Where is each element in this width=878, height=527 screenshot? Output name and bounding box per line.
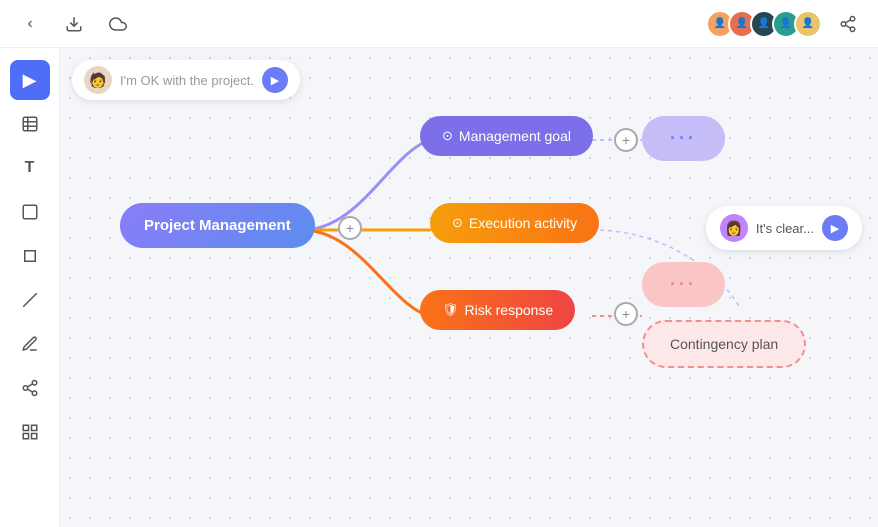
user-avatar: 🧑 xyxy=(84,66,112,94)
plus-button-risk[interactable]: + xyxy=(614,302,638,326)
download-button[interactable] xyxy=(60,10,88,38)
node-execution-activity[interactable]: ⊙ Execution activity xyxy=(430,203,599,243)
node-execution-label: Execution activity xyxy=(469,215,577,231)
execution-icon: ⊙ xyxy=(452,215,463,231)
sidebar-item-text[interactable]: T xyxy=(10,148,50,188)
back-button[interactable]: ‹ xyxy=(16,10,44,38)
ai-send-button[interactable]: ▶ xyxy=(822,215,848,241)
ai-chat-bubble[interactable]: 👩 It's clear... ▶ xyxy=(706,206,862,250)
ai-chat-text: It's clear... xyxy=(756,221,814,236)
plus-button-management[interactable]: + xyxy=(614,128,638,152)
node-dots-purple[interactable]: ··· xyxy=(642,116,725,161)
dots-purple-label: ··· xyxy=(670,128,697,149)
node-management-goal[interactable]: ⊙ Management goal xyxy=(420,116,593,156)
management-icon: ⊙ xyxy=(442,128,453,144)
sidebar-item-grid[interactable] xyxy=(10,412,50,452)
node-project-label: Project Management xyxy=(144,217,291,234)
user-input-bar[interactable]: 🧑 I'm OK with the project. ▶ xyxy=(72,60,300,100)
top-bar-right: 👤 👤 👤 👤 👤 xyxy=(706,10,862,38)
sidebar: ▶ T xyxy=(0,48,60,527)
dots-pink-label: ··· xyxy=(670,274,697,295)
node-risk-label: Risk response xyxy=(465,302,554,318)
risk-icon: 🛡 xyxy=(442,302,459,318)
avatar-group: 👤 👤 👤 👤 👤 xyxy=(706,10,822,38)
top-bar: ‹ 👤 👤 👤 👤 👤 xyxy=(0,0,878,48)
avatar-5: 👤 xyxy=(794,10,822,38)
sidebar-item-draw[interactable] xyxy=(10,324,50,364)
sidebar-item-select[interactable]: ▶ xyxy=(10,60,50,100)
node-contingency-label: Contingency plan xyxy=(670,336,778,352)
node-project-management[interactable]: Project Management xyxy=(120,203,315,248)
plus-button-center[interactable]: + xyxy=(338,216,362,240)
user-input-text: I'm OK with the project. xyxy=(120,73,254,88)
sidebar-item-line[interactable] xyxy=(10,280,50,320)
sidebar-item-frame[interactable] xyxy=(10,236,50,276)
node-contingency-plan[interactable]: Contingency plan xyxy=(642,320,806,368)
cloud-button[interactable] xyxy=(104,10,132,38)
top-bar-left: ‹ xyxy=(16,10,132,38)
node-management-label: Management goal xyxy=(459,128,571,144)
sidebar-item-shape[interactable] xyxy=(10,192,50,232)
canvas[interactable]: 🧑 I'm OK with the project. ▶ 👩 It's clea… xyxy=(60,48,878,527)
user-send-button[interactable]: ▶ xyxy=(262,67,288,93)
ai-avatar: 👩 xyxy=(720,214,748,242)
node-risk-response[interactable]: 🛡 Risk response xyxy=(420,290,575,330)
share-button[interactable] xyxy=(834,10,862,38)
node-dots-pink[interactable]: ··· xyxy=(642,262,725,307)
sidebar-item-table[interactable] xyxy=(10,104,50,144)
sidebar-item-connect[interactable] xyxy=(10,368,50,408)
